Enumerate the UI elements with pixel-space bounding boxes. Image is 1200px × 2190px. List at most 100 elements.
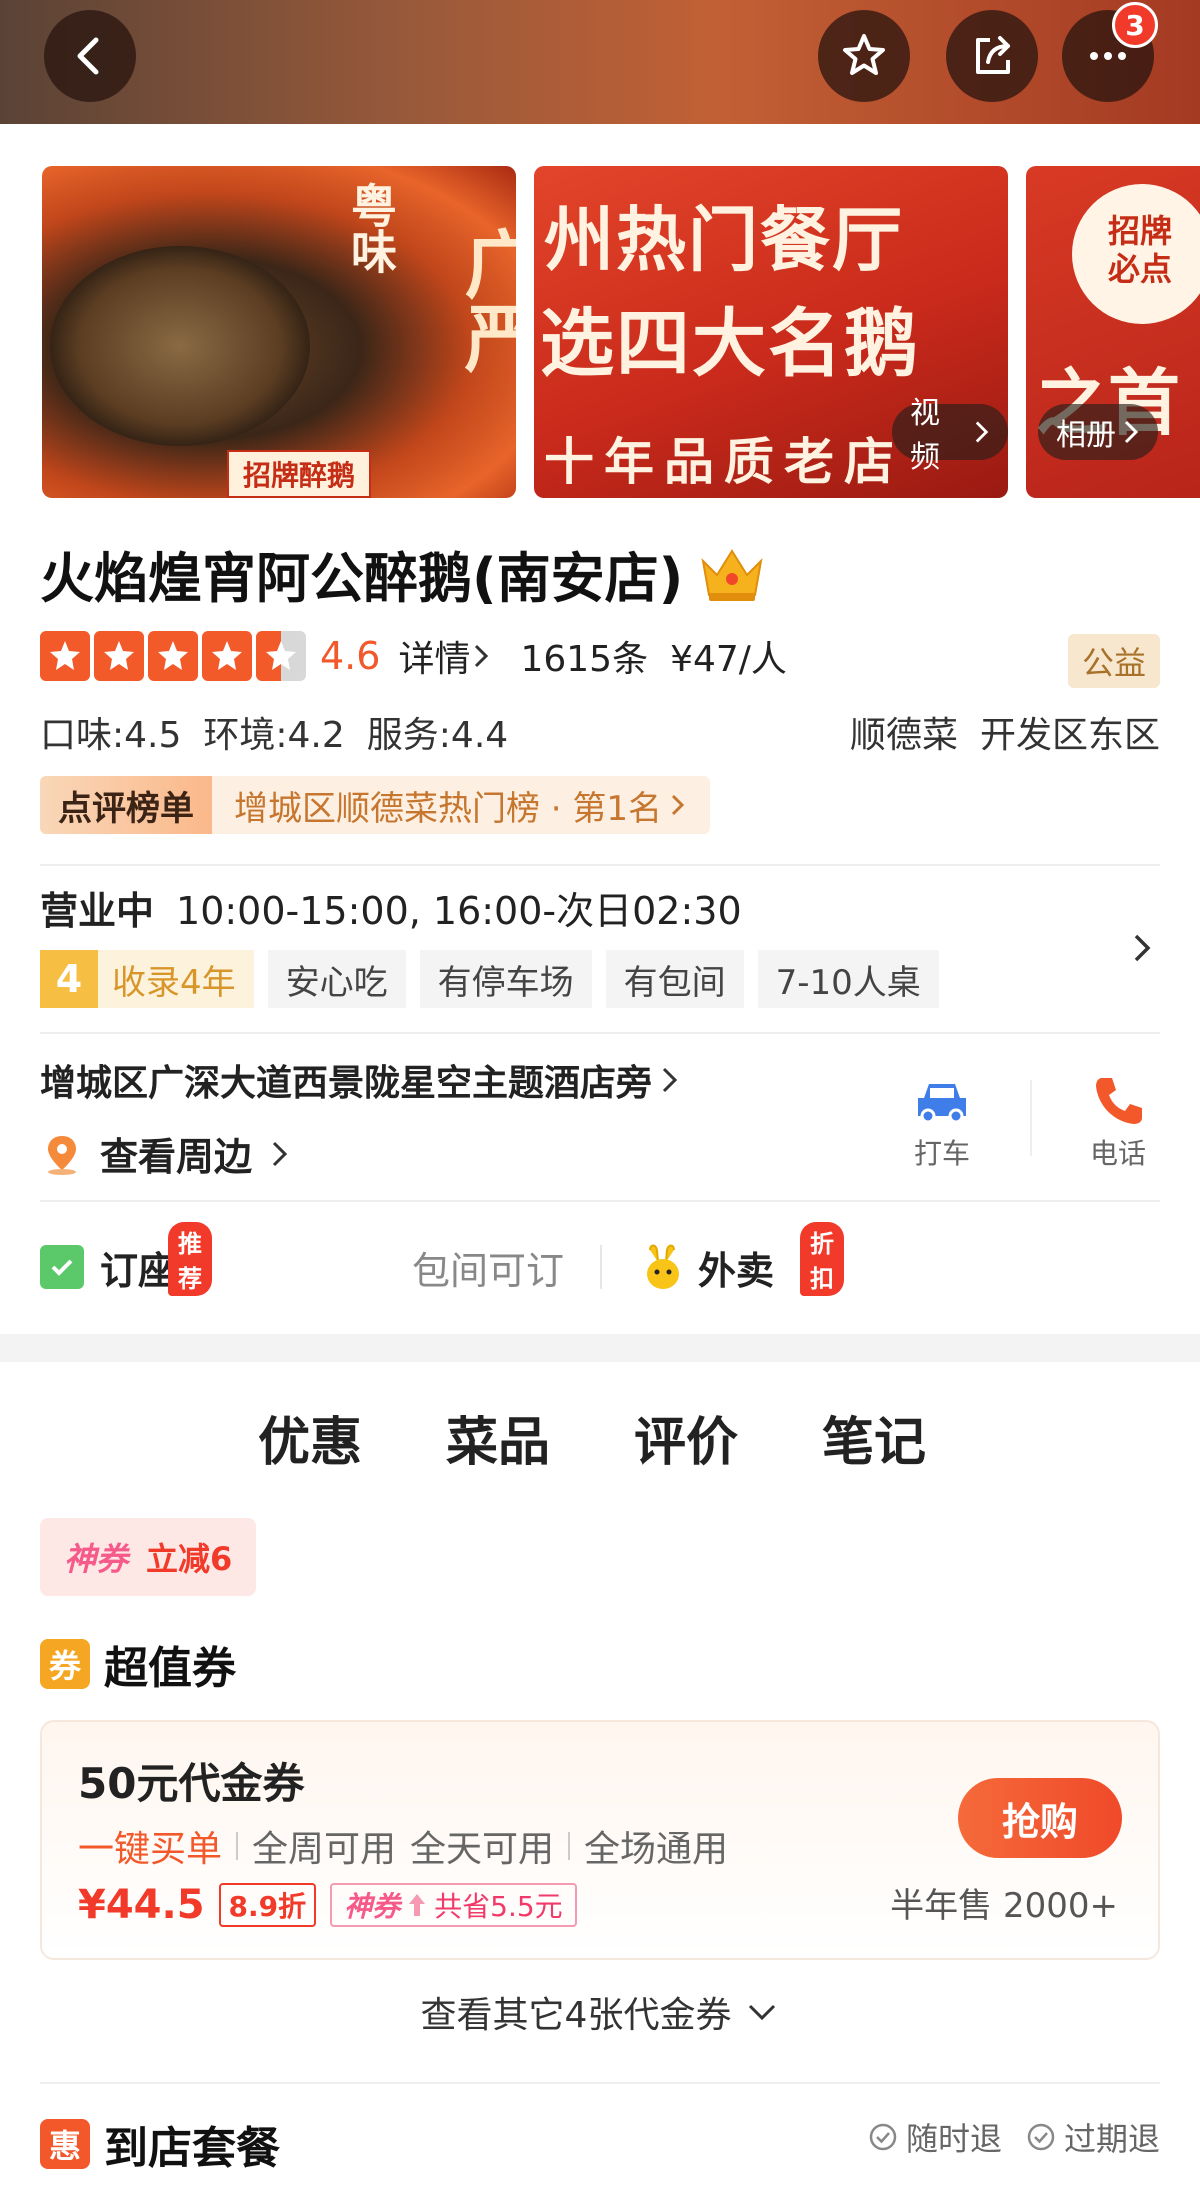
reserve-label: 订座 [100,1248,177,1293]
video-button[interactable]: 视频 [892,396,1008,475]
chevron-right-icon [272,1141,288,1166]
photo3-stamp-text: 招牌必点 [1108,212,1173,288]
star-icon [40,631,90,681]
voucher-attr: 全场通用 [584,1829,729,1870]
review-count[interactable]: 1615条 [520,630,648,682]
ranking-banner[interactable]: 点评榜单 增城区顺德菜热门榜 · 第1名 [40,776,711,834]
phone-button[interactable]: 电话 [1058,1072,1178,1172]
album-button[interactable]: 相册 [1038,404,1158,460]
chevron-right-icon [475,644,489,668]
rating-row: 4.6 详情 1615条 ¥47/人 [40,628,787,684]
address-text: 增城区广深大道西景陇星空主题酒店旁 [40,1063,653,1104]
more-vouchers-label: 查看其它4张代金券 [420,1995,732,2036]
check-circle-icon [1027,2123,1055,2151]
section-gap [0,1334,1200,1362]
star-icon [94,631,144,681]
feature-tags: 4 收录4年 安心吃 有停车场 有包间 7-10人桌 [40,950,939,1008]
detail-label: 详情 [398,639,471,680]
photo-gallery[interactable]: 粤味 广严 招牌醉鹅 州热门餐厅 选四大名鹅 十年品质老店 视频 招牌必点 之首… [0,166,1200,498]
voucher-title: 50元代金券 [78,1759,305,1808]
package-title: 到店套餐 [104,2123,280,2174]
back-button[interactable] [44,10,136,102]
cuisine-label: 顺德菜 [849,715,958,756]
ranking-tag: 点评榜单 [40,776,212,834]
brush-text: 粤味 [344,182,398,274]
half-star-icon [256,631,306,681]
arrow-up-icon [409,1894,426,1916]
takeaway-mascot-icon [647,1244,679,1289]
takeaway-button[interactable]: 外卖 折扣 [640,1221,844,1296]
dish-pan-image [50,246,310,446]
district-label: 开发区东区 [979,715,1160,756]
gallery-photo-1[interactable]: 粤味 广严 招牌醉鹅 [42,166,516,498]
years-number: 4 [40,950,98,1008]
chevron-right-icon[interactable] [1124,930,1160,966]
gallery-photo-2[interactable]: 州热门餐厅 选四大名鹅 十年品质老店 视频 [534,166,1008,498]
super-coupon-value: 立减6 [146,1540,233,1578]
value-voucher-header: 券 超值券 [40,1632,236,1696]
open-time: 10:00-15:00, 16:00-次日02:30 [176,889,742,933]
divider [40,1200,1160,1202]
package-icon: 惠 [40,2119,90,2169]
divider [1030,1080,1032,1156]
photo2-line2: 选四大名鹅 [540,301,920,387]
score-row: 口味:4.5 环境:4.2 服务:4.4 顺德菜 开发区东区 [40,706,1160,758]
tab-dishes[interactable]: 菜品 [446,1400,550,1475]
section-title: 超值券 [104,1643,236,1694]
refund-anytime-label: 随时退 [905,2120,1002,2158]
in-store-package-header: 惠 到店套餐 [40,2112,280,2176]
divider [40,864,1160,866]
private-room-hint[interactable]: 包间可订 [412,1240,564,1295]
nearby-link[interactable]: 查看周边 [40,1126,292,1181]
buy-button[interactable]: 抢购 [958,1778,1122,1858]
super-coupon-mark: 神券 [344,1890,401,1923]
shop-category: 顺德菜 开发区东区 [850,706,1160,758]
voucher-icon: 券 [40,1639,90,1689]
location-pin-icon [48,1135,76,1175]
nearby-label: 查看周边 [100,1135,253,1179]
more-vouchers-link[interactable]: 查看其它4张代金券 [0,1986,1200,2038]
takeaway-label: 外卖 [698,1248,775,1293]
star-rating [40,631,306,681]
shop-name: 火焰煌宵阿公醉鹅(南安店) [40,547,684,610]
star-outline-icon [843,34,885,75]
chevron-right-icon [975,421,989,443]
crown-icon [701,548,763,601]
refund-expired-label: 过期退 [1063,2120,1160,2158]
star-icon [202,631,252,681]
voucher-card[interactable]: 50元代金券 一键买单 全周可用 全天可用 全场通用 ¥44.5 8.9折 神券… [40,1720,1160,1960]
service-score: 服务:4.4 [366,715,509,756]
phone-label: 电话 [1089,1137,1146,1170]
more-button[interactable]: 3 [1062,2,1158,102]
share-button[interactable] [946,10,1038,102]
average-price: ¥47/人 [670,639,787,680]
gallery-photo-3[interactable]: 招牌必点 之首 相册 [1026,166,1200,498]
discount-badge: 折扣 [800,1221,844,1296]
star-icon [148,631,198,681]
booking-row: 订座 推荐 包间可订 外卖 折扣 [40,1221,1160,1302]
super-coupon-label: 神券 [64,1540,129,1578]
business-hours[interactable]: 营业中 10:00-15:00, 16:00-次日02:30 [40,880,742,935]
chevron-right-icon [672,794,685,816]
feature-tag: 有停车场 [419,950,592,1008]
tab-deals[interactable]: 优惠 [258,1400,363,1481]
refund-anytime: 随时退 [868,2114,1002,2160]
rating-score: 4.6 [320,634,381,678]
rating-detail-link[interactable]: 详情 [398,630,492,682]
check-circle-icon [869,2123,897,2151]
tab-notes[interactable]: 笔记 [822,1400,926,1475]
taxi-button[interactable]: 打车 [882,1072,1002,1172]
favorite-button[interactable] [818,10,910,102]
tab-reviews[interactable]: 评价 [634,1400,738,1475]
charity-badge[interactable]: 公益 [1067,634,1160,688]
super-coupon-chip[interactable]: 神券 立减6 [40,1518,257,1596]
address-link[interactable]: 增城区广深大道西景陇星空主题酒店旁 [40,1054,682,1106]
refund-expired: 过期退 [1026,2114,1160,2160]
divider [40,1032,1160,1034]
savings-tag: 神券 共省5.5元 [330,1883,577,1927]
sub-scores: 口味:4.5 环境:4.2 服务:4.4 [40,706,508,758]
reserve-button[interactable]: 订座 推荐 [40,1221,212,1296]
chevron-right-icon [662,1067,678,1093]
share-icon [976,36,1010,74]
car-icon [918,1084,966,1124]
